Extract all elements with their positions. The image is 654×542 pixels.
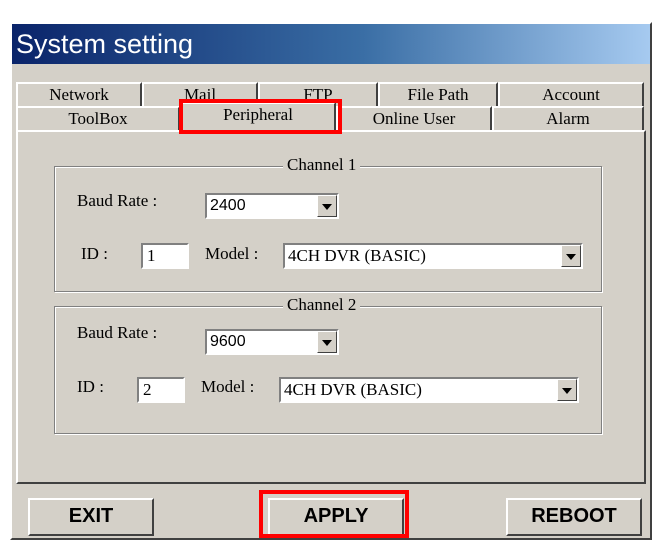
channel1-baud-label: Baud Rate : xyxy=(77,191,158,210)
peripheral-panel: Channel 1 Baud Rate : 2400 ID : 1 Model … xyxy=(16,130,646,484)
channel1-id-field[interactable]: 1 xyxy=(141,243,189,269)
channel1-model-select[interactable]: 4CH DVR (BASIC) xyxy=(283,243,583,269)
channel2-baud-select[interactable]: 9600 xyxy=(205,329,339,355)
chevron-down-icon[interactable] xyxy=(317,331,337,353)
tab-peripheral[interactable]: Peripheral xyxy=(180,102,336,132)
channel1-title: Channel 1 xyxy=(283,155,361,175)
tab-online-user[interactable]: Online User xyxy=(336,106,492,130)
window-title: System setting xyxy=(12,24,650,64)
apply-button[interactable]: APPLY xyxy=(268,498,404,536)
chevron-down-icon[interactable] xyxy=(561,245,581,267)
tab-alarm[interactable]: Alarm xyxy=(492,106,644,130)
channel2-model-label: Model : xyxy=(201,377,255,396)
tab-network[interactable]: Network xyxy=(16,82,142,106)
channel1-group: Channel 1 Baud Rate : 2400 ID : 1 Model … xyxy=(54,155,602,292)
tab-toolbox[interactable]: ToolBox xyxy=(16,106,180,130)
channel2-id-label: ID : xyxy=(77,377,104,396)
channel2-group: Channel 2 Baud Rate : 9600 ID : 2 Model … xyxy=(54,295,602,434)
reboot-button[interactable]: REBOOT xyxy=(506,498,642,536)
channel1-baud-select[interactable]: 2400 xyxy=(205,193,339,219)
channel2-model-select[interactable]: 4CH DVR (BASIC) xyxy=(279,377,579,403)
channel2-model-value: 4CH DVR (BASIC) xyxy=(284,380,422,399)
exit-button[interactable]: EXIT xyxy=(28,498,154,536)
channel1-model-value: 4CH DVR (BASIC) xyxy=(288,246,426,265)
channel2-id-field[interactable]: 2 xyxy=(137,377,185,403)
chevron-down-icon[interactable] xyxy=(557,379,577,401)
channel2-title: Channel 2 xyxy=(283,295,361,315)
tab-account[interactable]: Account xyxy=(498,82,644,106)
system-setting-window: System setting Network Mail FTP File Pat… xyxy=(10,22,652,540)
channel2-baud-label: Baud Rate : xyxy=(77,323,158,342)
channel1-model-label: Model : xyxy=(205,244,259,263)
channel1-id-label: ID : xyxy=(81,244,108,263)
channel1-baud-value: 2400 xyxy=(210,197,246,214)
tab-file-path[interactable]: File Path xyxy=(378,82,498,106)
chevron-down-icon[interactable] xyxy=(317,195,337,217)
channel2-baud-value: 9600 xyxy=(210,333,246,350)
